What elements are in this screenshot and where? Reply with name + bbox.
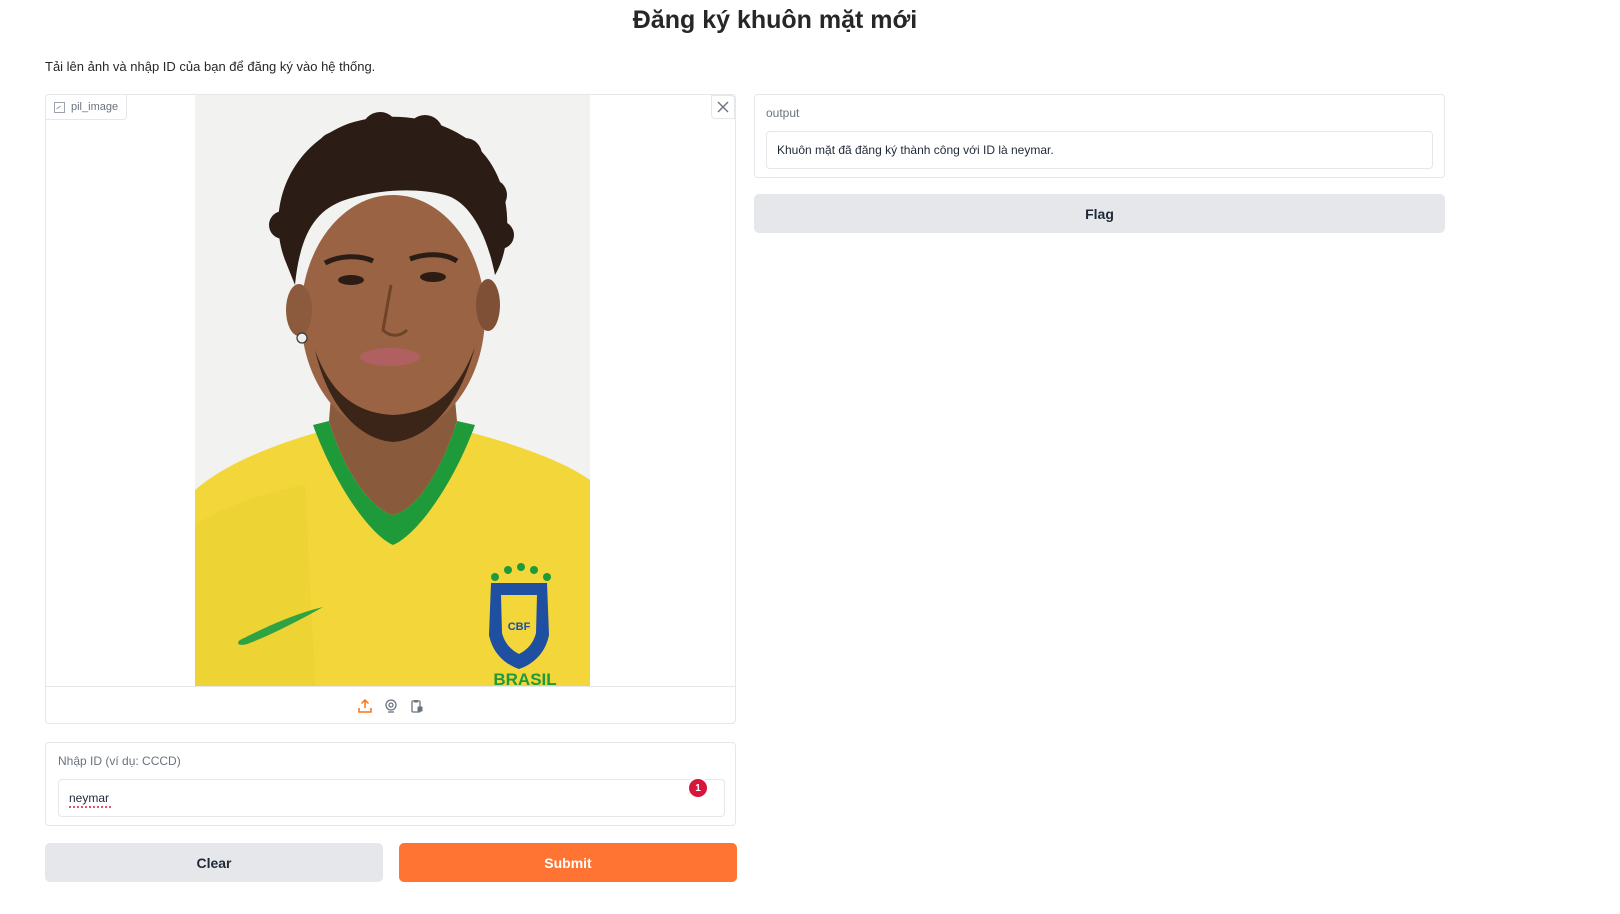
output-label: output [766, 106, 800, 120]
page-description: Tải lên ảnh và nhập ID của bạn để đăng k… [45, 59, 376, 74]
output-block: output Khuôn mặt đã đăng ký thành công v… [754, 94, 1445, 178]
image-input-block: pil_image CBF BRASIL [45, 94, 736, 724]
spellcheck-underline [69, 804, 111, 808]
image-input-label: pil_image [46, 95, 128, 120]
shirt-text: BRASIL [493, 670, 556, 686]
image-source-toolbar [46, 686, 735, 725]
submit-button[interactable]: Submit [399, 843, 737, 882]
image-icon [54, 101, 65, 113]
app-page: Đăng ký khuôn mặt mới Tải lên ảnh và nhậ… [0, 0, 1620, 914]
upload-button[interactable] [356, 697, 374, 715]
webcam-icon [384, 699, 397, 713]
clipboard-icon [410, 700, 422, 713]
close-icon [717, 101, 729, 113]
portrait-image: CBF BRASIL [195, 95, 590, 686]
spellcheck-badge[interactable]: 1 [689, 779, 707, 797]
output-textbox[interactable]: Khuôn mặt đã đăng ký thành công với ID l… [766, 131, 1433, 169]
upload-icon [357, 699, 372, 713]
flag-button[interactable]: Flag [754, 194, 1445, 233]
clear-image-button[interactable] [711, 95, 735, 119]
page-title: Đăng ký khuôn mặt mới [632, 6, 918, 34]
paste-clipboard-button[interactable] [408, 697, 426, 715]
image-input-label-text: pil_image [71, 101, 119, 113]
webcam-button[interactable] [382, 697, 400, 715]
crest-text: CBF [508, 621, 531, 633]
uploaded-photo: CBF BRASIL [195, 95, 590, 686]
id-input[interactable] [58, 779, 725, 817]
id-input-block: Nhập ID (ví dụ: CCCD) 1 [45, 742, 736, 826]
clear-button[interactable]: Clear [45, 843, 383, 882]
id-input-label: Nhập ID (ví dụ: CCCD) [58, 754, 181, 768]
